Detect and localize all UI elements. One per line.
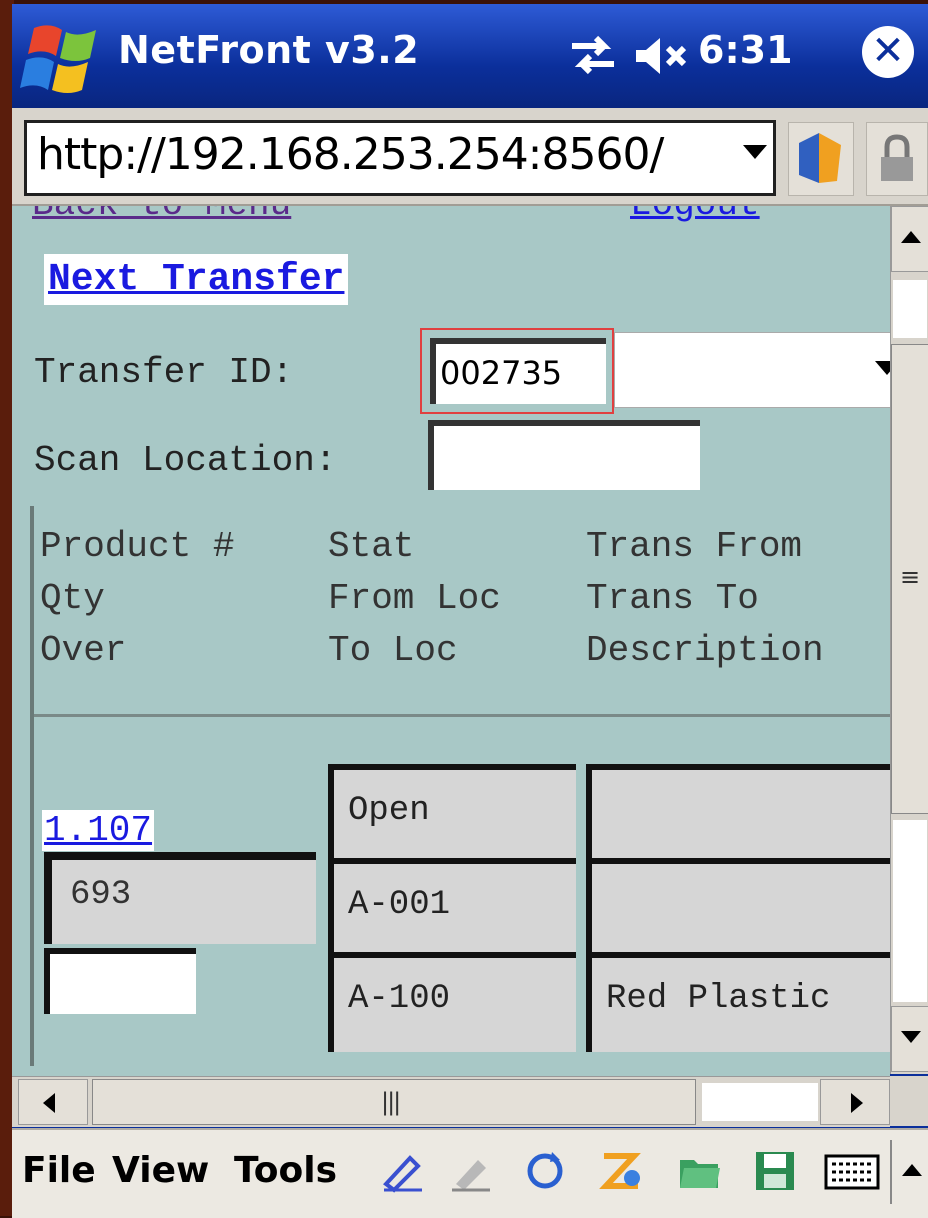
product-link[interactable]: 1.107 — [42, 810, 155, 851]
description-value: Red Plastic — [606, 980, 831, 1018]
vertical-scroll-thumb[interactable]: ≡ — [891, 344, 928, 814]
url-text: http://192.168.253.254:8560/ — [37, 129, 664, 180]
next-transfer-link[interactable]: Next Transfer — [44, 254, 349, 305]
highlighter-icon[interactable] — [448, 1148, 494, 1194]
header-qty: Qty — [40, 578, 105, 619]
stat-value: Open — [348, 792, 430, 830]
volume-muted-icon[interactable] — [632, 34, 692, 78]
arrow-right-icon — [851, 1093, 863, 1113]
transfer-id-select[interactable] — [614, 332, 890, 408]
table-left-border — [30, 506, 34, 1066]
header-from-loc: From Loc — [328, 578, 501, 619]
scroll-left-button[interactable] — [18, 1079, 88, 1125]
header-stat: Stat — [328, 526, 415, 567]
transfer-id-input[interactable]: 002735 — [430, 338, 606, 404]
menu-bar: File View Tools — [12, 1128, 928, 1218]
header-over: Over — [40, 630, 127, 671]
qty-cell: 693 — [44, 852, 316, 944]
menu-separator — [890, 1140, 892, 1204]
menu-tools[interactable]: Tools — [234, 1150, 337, 1191]
scroll-right-button[interactable] — [820, 1079, 890, 1125]
stat-cell: Open — [328, 764, 576, 864]
scroll-track-upper[interactable] — [893, 280, 927, 338]
header-product: Product # — [40, 526, 235, 567]
arrow-up-icon — [901, 231, 921, 243]
vertical-scrollbar[interactable]: ≡ — [890, 206, 928, 1074]
transfer-id-focus-ring: 002735 — [420, 328, 614, 414]
qty-value: 693 — [70, 876, 132, 914]
zoom-icon[interactable] — [598, 1148, 644, 1194]
close-button[interactable]: ✕ — [862, 26, 914, 78]
sip-toggle-icon[interactable] — [902, 1164, 922, 1176]
scrollbar-corner — [890, 1076, 928, 1126]
to-loc-value: A-100 — [348, 980, 451, 1018]
scroll-down-button[interactable] — [891, 1006, 928, 1072]
trans-to-cell — [586, 858, 890, 958]
to-loc-cell: A-100 — [328, 952, 576, 1052]
header-trans-from: Trans From — [586, 526, 803, 567]
trans-from-cell — [586, 764, 890, 864]
header-divider — [34, 714, 890, 717]
app-title: NetFront v3.2 — [118, 28, 420, 72]
scroll-up-button[interactable] — [891, 206, 928, 272]
grip-icon: ||| — [381, 1088, 401, 1116]
menu-file[interactable]: File — [22, 1150, 96, 1191]
pencil-icon[interactable] — [380, 1148, 426, 1194]
url-input[interactable]: http://192.168.253.254:8560/ — [24, 120, 776, 196]
connectivity-icon[interactable] — [568, 32, 618, 78]
header-description: Description — [586, 630, 824, 671]
scroll-track-right[interactable] — [702, 1083, 818, 1121]
horizontal-scrollbar[interactable]: ||| — [12, 1076, 890, 1127]
description-cell: Red Plastic — [586, 952, 890, 1052]
address-bar: http://192.168.253.254:8560/ — [12, 108, 928, 206]
clock[interactable]: 6:31 — [698, 28, 793, 72]
folder-icon[interactable] — [676, 1148, 722, 1194]
logout-link[interactable]: Logout — [630, 206, 760, 225]
back-to-menu-link[interactable]: Back to Menu — [32, 206, 291, 225]
from-loc-cell: A-001 — [328, 858, 576, 958]
save-icon[interactable] — [752, 1148, 798, 1194]
scroll-track-lower[interactable] — [893, 820, 927, 1002]
keyboard-icon[interactable] — [824, 1148, 880, 1194]
grip-icon: ≡ — [900, 563, 921, 591]
title-bar: NetFront v3.2 6:31 ✕ — [12, 4, 928, 108]
menu-view[interactable]: View — [112, 1150, 209, 1191]
refresh-icon[interactable] — [522, 1148, 568, 1194]
url-dropdown-icon[interactable] — [743, 145, 767, 159]
go-icon — [799, 133, 841, 183]
security-button[interactable] — [866, 122, 928, 196]
arrow-down-icon — [901, 1031, 921, 1043]
header-to-loc: To Loc — [328, 630, 458, 671]
chevron-down-icon — [875, 361, 890, 375]
header-trans-to: Trans To — [586, 578, 759, 619]
arrow-left-icon — [43, 1093, 55, 1113]
scan-location-label: Scan Location: — [34, 440, 337, 481]
go-button[interactable] — [788, 122, 854, 196]
from-loc-value: A-001 — [348, 886, 451, 924]
pda-screen: NetFront v3.2 6:31 ✕ http://192.168.253.… — [12, 4, 928, 1218]
scan-location-input[interactable] — [428, 420, 700, 490]
transfer-id-label: Transfer ID: — [34, 352, 294, 393]
web-page: Back to Menu Logout Next Transfer Transf… — [12, 206, 890, 1076]
lock-icon — [881, 134, 913, 181]
horizontal-scroll-thumb[interactable]: ||| — [92, 1079, 696, 1125]
over-input[interactable] — [44, 948, 196, 1014]
windows-start-icon[interactable] — [20, 18, 108, 100]
